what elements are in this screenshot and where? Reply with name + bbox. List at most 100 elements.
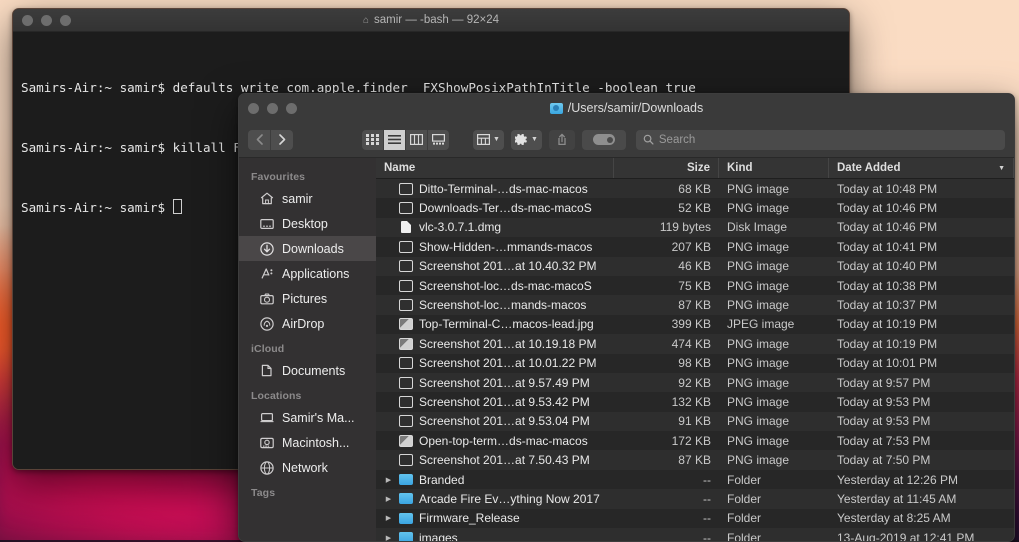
- file-kind-cell: PNG image: [727, 414, 790, 429]
- table-row[interactable]: Screenshot 201…at 9.57.49 PM 92 KB PNG ima…: [376, 372, 1014, 393]
- column-header-name[interactable]: Name: [376, 158, 614, 178]
- sidebar-item-macintosh-hd[interactable]: Macintosh...: [239, 430, 376, 455]
- chevron-down-icon: ▼: [998, 164, 1005, 172]
- finder-body: Favourites samir Desktop Downloads Appli…: [239, 158, 1014, 541]
- terminal-window-controls[interactable]: [22, 14, 71, 26]
- table-row[interactable]: Top-Terminal-C…macos-lead.jpg 399 KB JPEG …: [376, 314, 1014, 335]
- file-name-cell: Screenshot 201…at 9.53.04 PM: [376, 412, 614, 431]
- sidebar-item-label: AirDrop: [282, 316, 325, 331]
- close-button[interactable]: [22, 14, 33, 26]
- laptop-icon: [259, 410, 274, 425]
- table-row[interactable]: Ditto-Terminal-…ds-mac-macos 68 KB PNG ima…: [376, 179, 1014, 199]
- finder-window-controls[interactable]: [248, 102, 297, 114]
- tags-button[interactable]: [581, 129, 626, 150]
- sidebar-section-locations: Locations: [251, 390, 302, 402]
- zoom-button[interactable]: [60, 14, 71, 26]
- column-header-date-added[interactable]: Date Added ▼: [829, 158, 1014, 178]
- file-date-cell: Yesterday at 12:26 PM: [837, 472, 958, 487]
- file-kind-cell: PNG image: [727, 336, 790, 351]
- file-name-cell: Screenshot-loc…mands-macos: [376, 295, 614, 314]
- search-icon: [643, 134, 654, 145]
- search-field[interactable]: Search: [635, 129, 1005, 150]
- image-file-icon: [399, 260, 413, 273]
- finder-window[interactable]: /Users/samir/Downloads ▼ ▼ Search Favour…: [238, 93, 1015, 542]
- table-row[interactable]: Screenshot 201…at 10.01.22 PM 98 KB PNG im…: [376, 353, 1014, 373]
- sidebar-item-airdrop[interactable]: AirDrop: [239, 311, 376, 336]
- table-row[interactable]: Screenshot 201…at 9.53.42 PM 132 KB PNG im…: [376, 392, 1014, 412]
- file-size-cell: 87 KB: [678, 453, 711, 468]
- sidebar-item-label: Network: [282, 460, 328, 475]
- table-row[interactable]: Screenshot 201…at 10.40.32 PM 46 KB PNG im…: [376, 256, 1014, 276]
- disclosure-triangle-icon[interactable]: ▶: [384, 534, 393, 541]
- table-row[interactable]: ▶ Arcade Fire Ev…ything Now 2017 -- Folder Y…: [376, 489, 1014, 509]
- disclosure-triangle-icon[interactable]: ▶: [384, 476, 393, 484]
- file-name-cell: ▶ Firmware_Release: [376, 509, 614, 528]
- column-header-size[interactable]: Size: [614, 158, 719, 178]
- table-row[interactable]: Screenshot 201…at 7.50.43 PM 87 KB PNG ima…: [376, 450, 1014, 470]
- file-kind-cell: PNG image: [727, 201, 790, 216]
- applications-icon: [259, 266, 274, 281]
- folder-icon: [399, 474, 413, 486]
- action-menu-button[interactable]: ▼: [510, 129, 542, 150]
- table-row[interactable]: Screenshot-loc…ds-mac-macoS 75 KB PNG imag…: [376, 275, 1014, 296]
- file-list[interactable]: Name Size Kind Date Added ▼ Ditto-Termin…: [376, 158, 1014, 541]
- column-view-icon[interactable]: [406, 129, 428, 150]
- finder-titlebar[interactable]: /Users/samir/Downloads: [239, 94, 1014, 122]
- view-mode-switcher[interactable]: [362, 129, 449, 150]
- file-kind-cell: PNG image: [727, 239, 790, 254]
- list-view-icon[interactable]: [384, 129, 406, 150]
- table-row[interactable]: Screenshot 201…at 9.53.04 PM 91 KB PNG ima…: [376, 411, 1014, 432]
- finder-path-text: /Users/samir/Downloads: [567, 101, 704, 115]
- file-rows[interactable]: Ditto-Terminal-…ds-mac-macos 68 KB PNG ima…: [376, 179, 1014, 541]
- table-row[interactable]: Screenshot 201…at 10.19.18 PM 474 KB PNG i…: [376, 334, 1014, 354]
- sidebar-item-documents[interactable]: Documents: [239, 358, 376, 383]
- sidebar-item-applications[interactable]: Applications: [239, 261, 376, 286]
- file-name-label: Screenshot-loc…ds-mac-macoS: [419, 278, 592, 293]
- network-globe-icon: [259, 460, 274, 475]
- navigation-buttons[interactable]: [248, 129, 293, 150]
- back-button[interactable]: [248, 129, 271, 150]
- file-kind-cell: PNG image: [727, 259, 790, 274]
- file-name-cell: Ditto-Terminal-…ds-mac-macos: [376, 179, 614, 198]
- minimize-button[interactable]: [267, 102, 278, 114]
- table-row[interactable]: Screenshot-loc…mands-macos 87 KB PNG image…: [376, 295, 1014, 315]
- disclosure-triangle-icon[interactable]: ▶: [384, 495, 393, 503]
- file-size-cell: 46 KB: [678, 259, 711, 274]
- terminal-titlebar[interactable]: ⌂ samir — -bash — 92×24: [13, 9, 849, 32]
- icon-view-icon[interactable]: [362, 129, 384, 150]
- documents-icon: [259, 363, 274, 378]
- share-button[interactable]: [548, 129, 575, 150]
- file-size-cell: 207 KB: [671, 239, 711, 254]
- sidebar-item-network[interactable]: Network: [239, 455, 376, 480]
- column-header-kind[interactable]: Kind: [719, 158, 829, 178]
- sidebar-item-pictures[interactable]: Pictures: [239, 286, 376, 311]
- table-row[interactable]: Open-top-term…ds-mac-macos 172 KB PNG imag…: [376, 431, 1014, 451]
- finder-sidebar[interactable]: Favourites samir Desktop Downloads Appli…: [239, 158, 376, 541]
- group-items-button[interactable]: ▼: [473, 129, 504, 150]
- sidebar-item-samir[interactable]: samir: [239, 186, 376, 211]
- table-row[interactable]: Downloads-Ter…ds-mac-macoS 52 KB PNG image…: [376, 198, 1014, 218]
- table-row[interactable]: Show-Hidden-…mmands-macos 207 KB PNG image…: [376, 237, 1014, 257]
- image-file-icon: [399, 415, 413, 428]
- zoom-button[interactable]: [286, 102, 297, 114]
- forward-button[interactable]: [271, 130, 293, 150]
- sidebar-item-downloads[interactable]: Downloads: [239, 236, 376, 261]
- table-row[interactable]: ▶ Branded -- Folder Yesterday at 12:26 PM: [376, 469, 1014, 490]
- close-button[interactable]: [248, 102, 259, 114]
- finder-toolbar[interactable]: ▼ ▼ Search: [239, 122, 1014, 158]
- table-row[interactable]: ▶ Firmware_Release -- Folder Yesterday at 8:…: [376, 508, 1014, 529]
- sidebar-item-samirs-mac[interactable]: Samir's Ma...: [239, 405, 376, 430]
- minimize-button[interactable]: [41, 14, 52, 26]
- gallery-view-icon[interactable]: [428, 130, 449, 150]
- file-size-cell: 98 KB: [678, 356, 711, 371]
- sidebar-item-label: Desktop: [282, 216, 328, 231]
- sidebar-item-label: Samir's Ma...: [282, 410, 355, 425]
- folder-icon: [399, 493, 413, 505]
- disclosure-triangle-icon[interactable]: ▶: [384, 514, 393, 522]
- sidebar-item-desktop[interactable]: Desktop: [239, 211, 376, 236]
- image-file-icon: [399, 376, 413, 389]
- file-kind-cell: Folder: [727, 472, 762, 487]
- table-row[interactable]: vlc-3.0.7.1.dmg 119 bytes Disk Image Today …: [376, 217, 1014, 238]
- chevron-down-icon: ▼: [530, 136, 538, 143]
- file-list-header[interactable]: Name Size Kind Date Added ▼: [376, 158, 1014, 179]
